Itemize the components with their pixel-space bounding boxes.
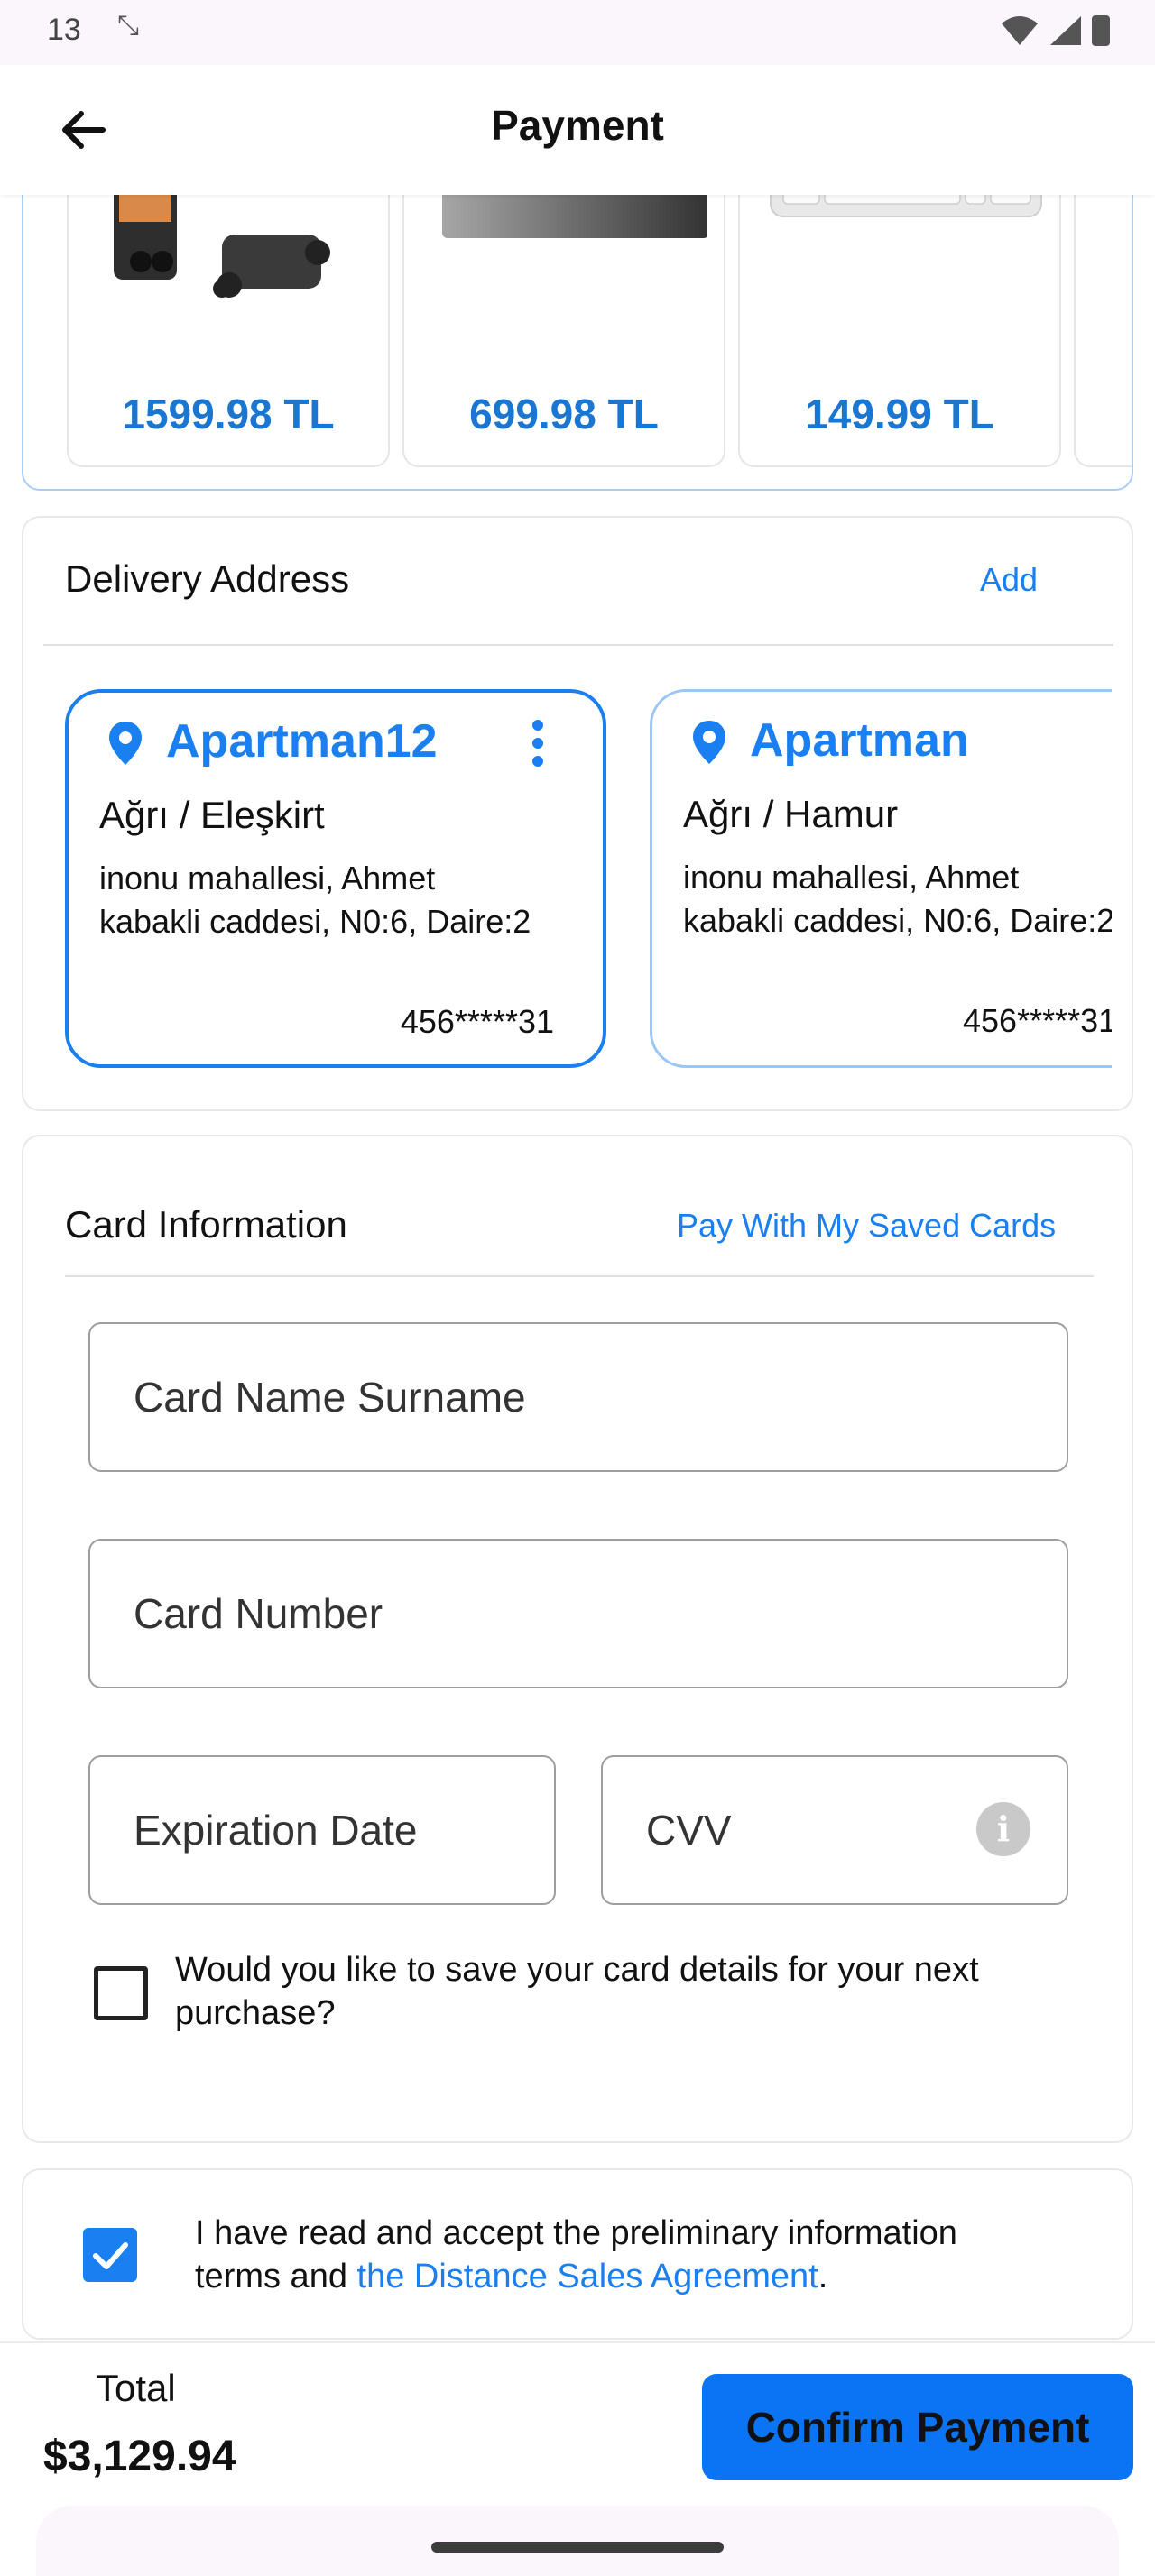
card-number-field[interactable] <box>88 1539 1068 1688</box>
card-name-input[interactable] <box>90 1324 1067 1470</box>
card-info-title: Card Information <box>65 1203 347 1246</box>
product-price: 149.99 TL <box>805 391 994 437</box>
address-card[interactable]: Apartman Ağrı / Hamur inonu mahallesi, A… <box>650 689 1112 1068</box>
page-title: Payment <box>491 102 664 149</box>
product-price: 1599.98 TL <box>122 391 335 437</box>
address-name: Apartman <box>750 714 969 767</box>
location-pin-icon <box>693 721 725 764</box>
navigation-bar <box>36 2506 1119 2576</box>
address-scroller-clip: Apartman Ağrı / Hamur inonu mahallesi, A… <box>650 685 1112 1073</box>
agreement-label: I have read and accept the preliminary i… <box>195 2212 1115 2298</box>
total-value: $3,129.94 <box>43 2433 236 2480</box>
sync-icon: ⤡ <box>117 11 139 41</box>
save-card-line-1: Would you like to save your card details… <box>175 1951 979 1989</box>
status-icons <box>1000 14 1110 47</box>
agreement-section: I have read and accept the preliminary i… <box>22 2168 1133 2340</box>
product-price: 699.98 TL <box>469 391 659 437</box>
checkout-bar: Total $3,129.94 Confirm Payment <box>0 2341 1155 2576</box>
agreement-text-prefix: terms and <box>195 2258 357 2295</box>
expiration-date-field[interactable] <box>88 1755 556 1905</box>
status-time: 13 <box>47 13 81 47</box>
address-phone: 456*****31 <box>963 1002 1112 1039</box>
card-number-input[interactable] <box>90 1541 1067 1687</box>
status-bar: 13 ⤡ <box>0 0 1155 65</box>
save-card-line-2: purchase? <box>175 1994 336 2032</box>
confirm-payment-button[interactable]: Confirm Payment <box>702 2374 1133 2480</box>
app-bar: Payment <box>0 65 1155 195</box>
total-label: Total <box>96 2367 176 2409</box>
address-line-1: inonu mahallesi, Ahmet <box>683 859 1020 896</box>
saved-cards-link[interactable]: Pay With My Saved Cards <box>677 1207 1056 1245</box>
divider <box>43 644 1113 646</box>
agreement-line-1: I have read and accept the preliminary i… <box>195 2214 957 2252</box>
add-address-link[interactable]: Add <box>980 561 1038 599</box>
expiration-date-input[interactable] <box>90 1757 554 1903</box>
info-icon[interactable]: i <box>976 1802 1030 1856</box>
battery-icon <box>1092 15 1110 46</box>
card-information-section: Card Information Pay With My Saved Cards… <box>22 1135 1133 2143</box>
agreement-checkbox[interactable] <box>83 2228 137 2282</box>
address-line-2: kabakli caddesi, N0:6, Daire:2 <box>683 902 1112 939</box>
save-card-checkbox[interactable] <box>94 1966 148 2020</box>
save-card-label: Would you like to save your card details… <box>175 1948 1077 2035</box>
agreement-text-suffix: . <box>818 2258 828 2295</box>
divider <box>65 1275 1094 1277</box>
cvv-field[interactable]: i <box>601 1755 1068 1905</box>
home-indicator[interactable] <box>431 2542 724 2553</box>
card-name-field[interactable] <box>88 1322 1068 1472</box>
delivery-title: Delivery Address <box>65 557 350 600</box>
agreement-line-2: terms and the Distance Sales Agreement. <box>195 2255 1115 2298</box>
address-city: Ağrı / Hamur <box>683 793 899 835</box>
wifi-icon <box>1002 16 1038 45</box>
distance-sales-agreement-link[interactable]: the Distance Sales Agreement <box>357 2258 818 2295</box>
signal-icon <box>1050 16 1081 45</box>
check-icon <box>93 2242 128 2269</box>
